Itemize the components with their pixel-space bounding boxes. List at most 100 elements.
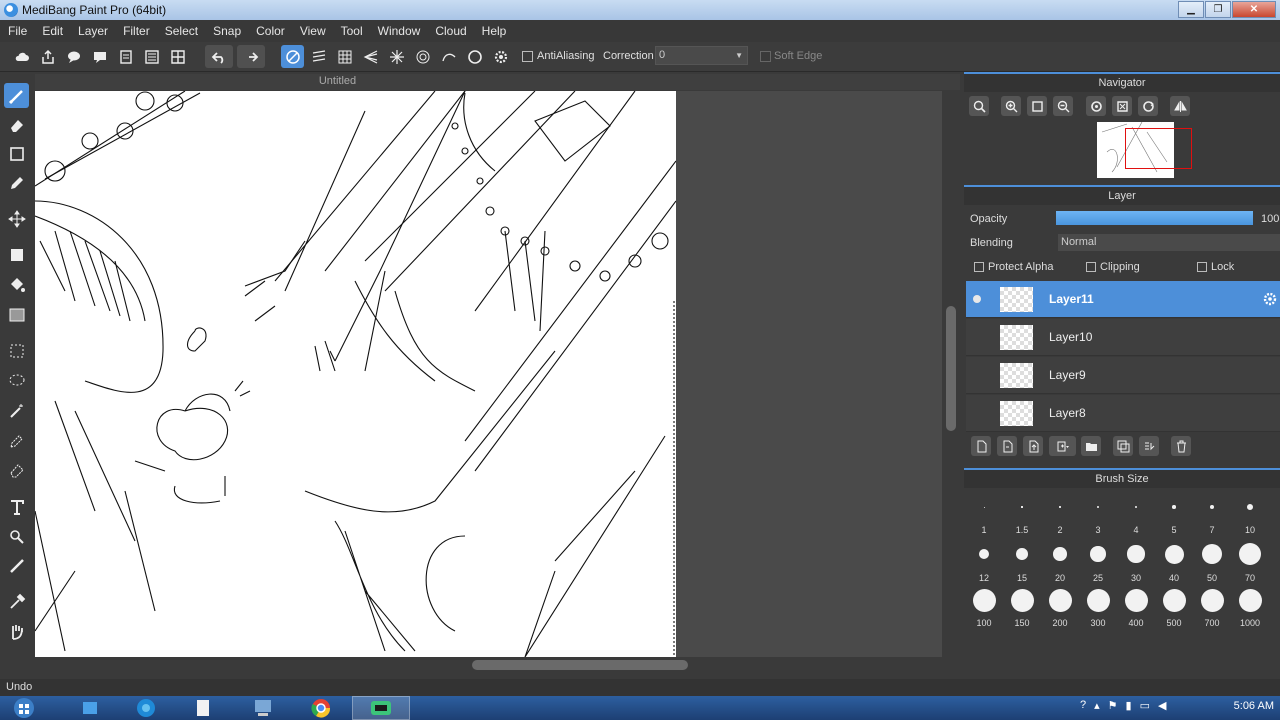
menu-layer[interactable]: Layer bbox=[78, 24, 108, 38]
start-button-icon[interactable] bbox=[0, 696, 48, 720]
upload-icon[interactable] bbox=[36, 45, 59, 68]
menu-window[interactable]: Window bbox=[378, 24, 421, 38]
canvas-paper[interactable] bbox=[35, 91, 677, 657]
soft-edge-checkbox[interactable] bbox=[760, 51, 771, 62]
brush-size-option[interactable]: 100 bbox=[965, 588, 1003, 628]
grid-layout-icon[interactable] bbox=[166, 45, 189, 68]
pen-tool-icon[interactable] bbox=[4, 170, 29, 195]
signal-icon[interactable]: ▮ bbox=[1126, 699, 1132, 712]
blending-select[interactable]: Normal bbox=[1058, 234, 1280, 251]
redo-button[interactable] bbox=[237, 45, 265, 68]
brush-size-option[interactable]: 70 bbox=[1231, 543, 1269, 583]
brush-size-option[interactable]: 7 bbox=[1193, 495, 1231, 535]
brush-size-option[interactable]: 30 bbox=[1117, 543, 1155, 583]
reset-view-icon[interactable] bbox=[1112, 96, 1132, 116]
brush-size-option[interactable]: 40 bbox=[1155, 543, 1193, 583]
snap-off-icon[interactable] bbox=[281, 45, 304, 68]
horizontal-scrollbar[interactable] bbox=[35, 657, 960, 673]
close-button[interactable]: ✕ bbox=[1232, 1, 1276, 18]
pages-icon[interactable] bbox=[140, 45, 163, 68]
fill-rect-tool-icon[interactable] bbox=[4, 242, 29, 267]
import-layer-icon[interactable] bbox=[1023, 436, 1043, 456]
opacity-slider[interactable] bbox=[1056, 211, 1253, 225]
brush-size-option[interactable]: 15 bbox=[1003, 543, 1041, 583]
brush-size-option[interactable]: 500 bbox=[1155, 588, 1193, 628]
flip-horizontal-icon[interactable] bbox=[1170, 96, 1190, 116]
document-tab[interactable]: Untitled bbox=[35, 74, 960, 90]
menu-edit[interactable]: Edit bbox=[42, 24, 63, 38]
brush-tool-icon[interactable] bbox=[4, 83, 29, 108]
dot-tool-icon[interactable] bbox=[4, 141, 29, 166]
move-tool-icon[interactable] bbox=[4, 206, 29, 231]
grid-snap-icon[interactable] bbox=[333, 45, 356, 68]
canvas-area[interactable] bbox=[35, 91, 942, 657]
select-eraser-icon[interactable] bbox=[4, 457, 29, 482]
file-icon[interactable] bbox=[174, 696, 232, 720]
battery-icon[interactable]: ▭ bbox=[1140, 699, 1150, 712]
brush-size-option[interactable]: 25 bbox=[1079, 543, 1117, 583]
vertical-scrollbar[interactable] bbox=[942, 91, 960, 657]
cloud-icon[interactable] bbox=[10, 45, 33, 68]
brush-size-option[interactable]: 150 bbox=[1003, 588, 1041, 628]
task-manager-icon[interactable] bbox=[62, 696, 120, 720]
layer-row[interactable]: Layer8 bbox=[966, 395, 1280, 432]
brush-size-option[interactable]: 300 bbox=[1079, 588, 1117, 628]
menu-view[interactable]: View bbox=[300, 24, 326, 38]
select-pen-icon[interactable] bbox=[4, 428, 29, 453]
rotate-left-icon[interactable] bbox=[1086, 96, 1106, 116]
lock-checkbox[interactable] bbox=[1197, 262, 1207, 272]
new-layer-icon[interactable] bbox=[971, 436, 991, 456]
zoom-in-icon[interactable] bbox=[1001, 96, 1021, 116]
layer-row[interactable]: Layer9 bbox=[966, 357, 1280, 394]
edge-browser-icon[interactable] bbox=[117, 696, 175, 720]
divide-tool-icon[interactable] bbox=[4, 553, 29, 578]
volume-icon[interactable]: ◀ bbox=[1158, 699, 1166, 712]
vertical-scroll-thumb[interactable] bbox=[946, 306, 956, 431]
menu-tool[interactable]: Tool bbox=[341, 24, 363, 38]
merge-layer-icon[interactable] bbox=[1139, 436, 1159, 456]
menu-file[interactable]: File bbox=[8, 24, 27, 38]
lasso-tool-icon[interactable] bbox=[4, 368, 29, 393]
text-tool-icon[interactable] bbox=[4, 494, 29, 519]
zoom-fit-icon[interactable] bbox=[969, 96, 989, 116]
clock[interactable]: 5:06 AM bbox=[1234, 700, 1274, 712]
menu-color[interactable]: Color bbox=[256, 24, 285, 38]
chrome-icon[interactable] bbox=[292, 696, 350, 720]
hand-tool-icon[interactable] bbox=[4, 619, 29, 644]
brush-size-option[interactable]: 10 bbox=[1231, 495, 1269, 535]
clipping-checkbox[interactable] bbox=[1086, 262, 1096, 272]
brush-size-option[interactable]: 200 bbox=[1041, 588, 1079, 628]
select-tool-icon[interactable] bbox=[4, 338, 29, 363]
medibang-taskbar-icon[interactable] bbox=[352, 696, 410, 720]
brush-size-option[interactable]: 50 bbox=[1193, 543, 1231, 583]
gear-icon[interactable] bbox=[1262, 291, 1278, 307]
brush-size-option[interactable]: 5 bbox=[1155, 495, 1193, 535]
layer-row[interactable]: Layer10 bbox=[966, 319, 1280, 356]
add-layer-dropdown-icon[interactable] bbox=[1049, 436, 1076, 456]
brush-size-option[interactable]: 1.5 bbox=[1003, 495, 1041, 535]
radial-snap-icon[interactable] bbox=[385, 45, 408, 68]
rotate-right-icon[interactable] bbox=[1138, 96, 1158, 116]
brush-size-option[interactable]: 400 bbox=[1117, 588, 1155, 628]
brush-size-option[interactable]: 2 bbox=[1041, 495, 1079, 535]
brush-size-option[interactable]: 1000 bbox=[1231, 588, 1269, 628]
trash-icon[interactable] bbox=[1171, 436, 1191, 456]
flag-icon[interactable]: ⚑ bbox=[1108, 699, 1118, 712]
brush-size-option[interactable]: 700 bbox=[1193, 588, 1231, 628]
eraser-tool-icon[interactable] bbox=[4, 112, 29, 137]
parallel-snap-icon[interactable] bbox=[307, 45, 330, 68]
menu-snap[interactable]: Snap bbox=[213, 24, 241, 38]
zoom-out-icon[interactable] bbox=[1053, 96, 1073, 116]
layer-row[interactable]: Layer11 bbox=[966, 281, 1280, 318]
help-icon[interactable]: ? bbox=[1080, 699, 1086, 712]
brush-size-option[interactable]: 20 bbox=[1041, 543, 1079, 583]
magic-wand-icon[interactable] bbox=[4, 398, 29, 423]
eyedropper-icon[interactable] bbox=[4, 589, 29, 614]
network-icon[interactable]: ▴ bbox=[1094, 699, 1100, 712]
perspective-snap-icon[interactable] bbox=[359, 45, 382, 68]
network-app-icon[interactable] bbox=[234, 696, 292, 720]
settings-gear-icon[interactable] bbox=[489, 45, 512, 68]
concentric-snap-icon[interactable] bbox=[411, 45, 434, 68]
new-halftone-layer-icon[interactable] bbox=[997, 436, 1017, 456]
fit-screen-icon[interactable] bbox=[1027, 96, 1047, 116]
